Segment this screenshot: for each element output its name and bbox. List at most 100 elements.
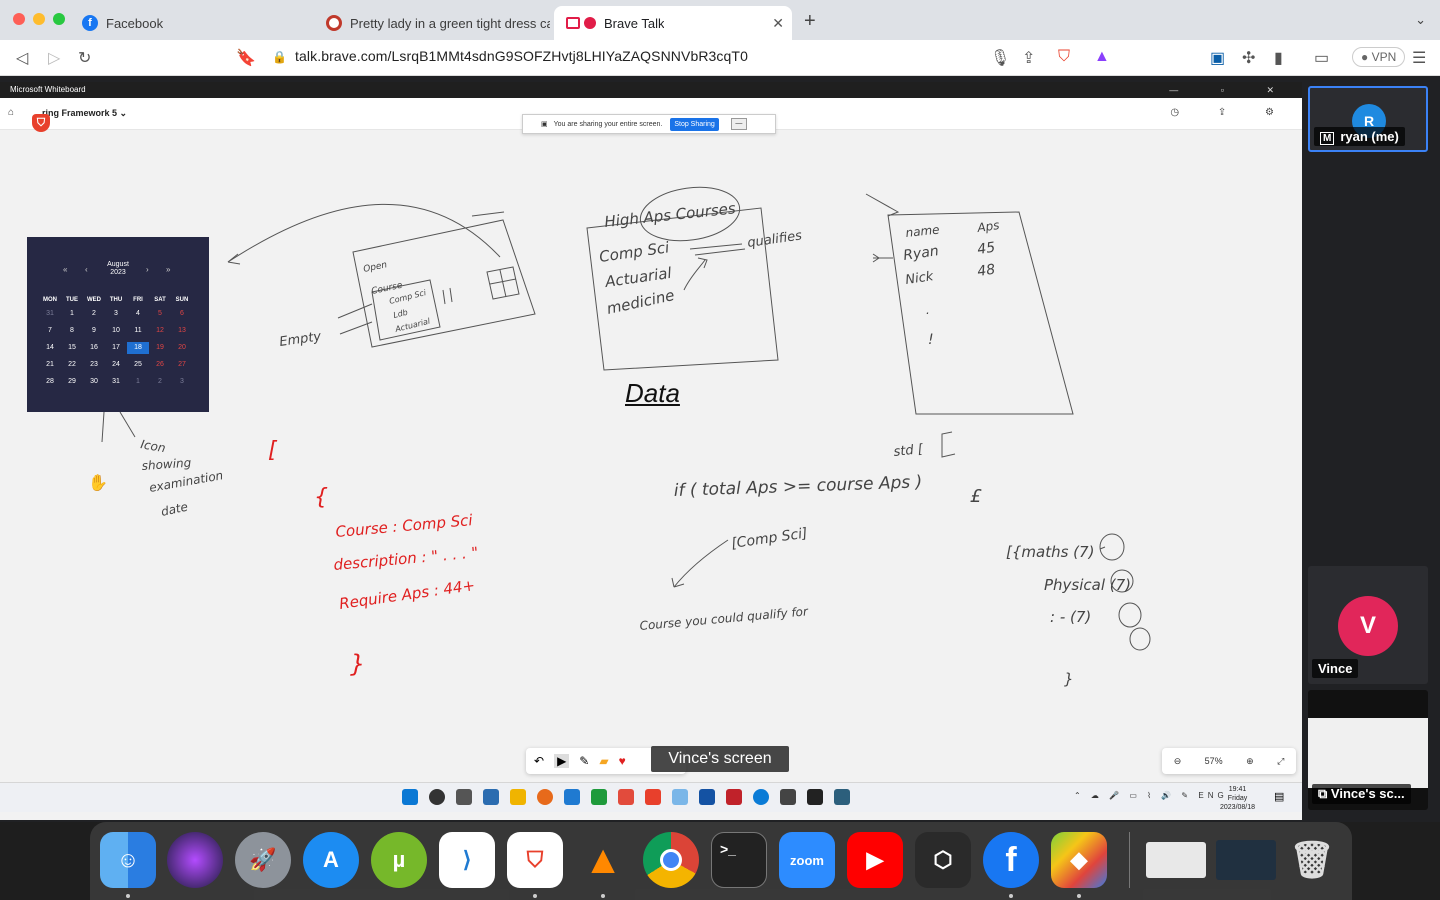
bluestacks-running-indicator: [1077, 894, 1081, 898]
zoom-level: 57%: [1204, 756, 1223, 766]
tab-brave-talk[interactable]: Brave Talk ✕: [554, 6, 792, 40]
screen-thumbnail: [1308, 718, 1428, 788]
youtube-icon[interactable]: ▶: [847, 832, 903, 888]
zoom-icon[interactable]: zoom: [779, 832, 835, 888]
camera-icon: [566, 17, 580, 29]
browser-toolbar: ◁ ▷ ↻ 🔖 🔒 talk.brave.com/LsrqB1MMt4sdnG9S…: [0, 40, 1440, 76]
minimize-notice-button[interactable]: —: [730, 118, 747, 130]
empty-note: Empty: [278, 329, 322, 350]
course-medicine: medicine: [605, 286, 676, 318]
screen-share-notice: ▣ You are sharing your entire screen. St…: [522, 114, 776, 134]
facebook-icon: f: [82, 15, 98, 31]
participant-tile-vince-screen[interactable]: ⧉ Vince's sc...: [1308, 690, 1428, 810]
course-actuarial: Actuarial: [603, 264, 673, 291]
participant-name-vince: Vince: [1312, 659, 1359, 678]
brave-dock-icon[interactable]: ⛉: [507, 832, 563, 888]
blender-3d-icon[interactable]: ⬡: [915, 832, 971, 888]
brave-favicon-icon: [326, 15, 342, 31]
undo-icon[interactable]: ↶: [534, 754, 544, 768]
select-tool-icon[interactable]: ▶: [554, 754, 570, 768]
close-tab-icon[interactable]: ✕: [772, 15, 784, 32]
close-window-button[interactable]: [13, 13, 25, 25]
table-header-aps: Aps: [975, 218, 1000, 235]
icon-note-2: showing: [141, 456, 192, 473]
app-store-icon[interactable]: A: [303, 832, 359, 888]
course-comp-sci: Comp Sci: [598, 238, 671, 266]
open-brace: {: [314, 485, 328, 510]
lock-icon: 🔒: [272, 50, 288, 64]
recent-terminal-thumbnail[interactable]: [1216, 840, 1276, 880]
finder-icon[interactable]: ☺: [100, 832, 156, 888]
microphone-icon[interactable]: 🎙: [990, 48, 1010, 68]
widgets-icon: [483, 789, 499, 805]
qualifies-note: qualifies: [746, 228, 803, 251]
vpn-button[interactable]: ● VPN: [1352, 47, 1406, 67]
whiteboard-canvas[interactable]: Empty High Aps Courses Comp Sci Actuaria…: [0, 82, 1302, 820]
pen-tool-icon[interactable]: ✎: [579, 754, 589, 768]
minimize-window-button[interactable]: [33, 13, 45, 25]
launchpad-icon[interactable]: 🚀: [235, 832, 291, 888]
siri-icon[interactable]: [167, 832, 223, 888]
back-icon[interactable]: ◁: [16, 48, 28, 68]
tab-facebook[interactable]: f Facebook: [70, 6, 310, 40]
recent-window-thumbnail[interactable]: [1146, 842, 1206, 878]
forward-icon[interactable]: ▷: [48, 48, 60, 68]
tab-pretty-lady[interactable]: Pretty lady in a green tight dress ca: [314, 6, 550, 40]
shared-screen: Microsoft Whiteboard — ▫ ✕ ⌂ ring Framew…: [0, 82, 1302, 820]
stop-sharing-button[interactable]: Stop Sharing: [670, 117, 719, 131]
course-line: Course : Comp Sci: [335, 511, 474, 541]
zoom-window-button[interactable]: [53, 13, 65, 25]
participant-tile-vince[interactable]: V Vince: [1308, 566, 1428, 684]
zoom-in-icon[interactable]: ⊕: [1246, 756, 1254, 767]
wallet-icon[interactable]: ▭: [1314, 48, 1329, 68]
extensions-puzzle-icon[interactable]: ✣: [1242, 48, 1255, 68]
app-diamond-icon: [672, 789, 688, 805]
windows-start-icon: [402, 789, 418, 805]
std-note: std [: [893, 442, 925, 460]
whiteboard-taskbar-icon: [699, 789, 715, 805]
zoom-out-icon[interactable]: ⊖: [1174, 756, 1182, 767]
address-bar[interactable]: 🔒 talk.brave.com/LsrqB1MMt4sdnG9SOFZHvtj8…: [272, 48, 748, 64]
terminal-dock-icon[interactable]: >_: [711, 832, 767, 888]
terminal-icon: [807, 789, 823, 805]
browser-tab-bar: f Facebook Pretty lady in a green tight …: [0, 0, 1440, 40]
fit-screen-icon[interactable]: ⤢: [1277, 756, 1284, 767]
trash-icon[interactable]: 🗑: [1284, 832, 1340, 888]
reload-icon[interactable]: ↻: [78, 48, 91, 68]
participant-tile-ryan[interactable]: R MVinceryan (me): [1308, 86, 1428, 152]
sidebar-icon[interactable]: ▮: [1274, 48, 1283, 68]
tab-search-chevron-icon[interactable]: ⌄: [1415, 12, 1426, 28]
vlc-running-indicator: [601, 894, 605, 898]
subjects-maths: [{maths (7): [1006, 543, 1094, 561]
avatar-vince: V: [1338, 596, 1398, 656]
require-aps-line: Require Aps : 44+: [338, 576, 476, 613]
bookmark-icon[interactable]: 🔖: [236, 48, 256, 68]
brave-rewards-icon[interactable]: ▲: [1094, 48, 1110, 66]
mute-icon: M: [1320, 132, 1335, 145]
brace-note: £: [970, 486, 982, 507]
sticky-note-icon[interactable]: ▰: [599, 754, 608, 768]
call-stage: Microsoft Whiteboard — ▫ ✕ ⌂ ring Framew…: [0, 76, 1440, 822]
extension-app-icon[interactable]: ▣: [1210, 48, 1225, 68]
icon-note-4: date: [160, 500, 189, 519]
finder-running-indicator: [126, 894, 130, 898]
chrome-icon[interactable]: [643, 832, 699, 888]
description-line: description : " . . . ": [333, 543, 479, 574]
share-icon[interactable]: ⇪: [1022, 48, 1035, 68]
file-explorer-icon: [510, 789, 526, 805]
vlc-icon[interactable]: ▲: [575, 832, 631, 888]
reactions-icon[interactable]: ♥: [619, 754, 626, 768]
app-dark-icon: [726, 789, 742, 805]
pen-card-actuarial: Actuarial: [393, 316, 431, 334]
utorrent-icon[interactable]: µ: [371, 832, 427, 888]
facebook-dock-icon[interactable]: f: [983, 832, 1039, 888]
brave-shield-badge-icon: ⛉: [32, 114, 50, 132]
menu-icon[interactable]: ☰: [1412, 48, 1426, 68]
vscode-dock-icon[interactable]: ⟩: [439, 832, 495, 888]
new-tab-button[interactable]: +: [804, 10, 816, 33]
taskbar-apps: [402, 789, 850, 805]
brave-shields-icon[interactable]: ⛉: [1058, 48, 1070, 66]
bluestacks-icon[interactable]: ◆: [1051, 832, 1107, 888]
app-red-icon: [618, 789, 634, 805]
taskbar-clock: 19:41 Friday 2023/08/18: [1220, 786, 1256, 811]
